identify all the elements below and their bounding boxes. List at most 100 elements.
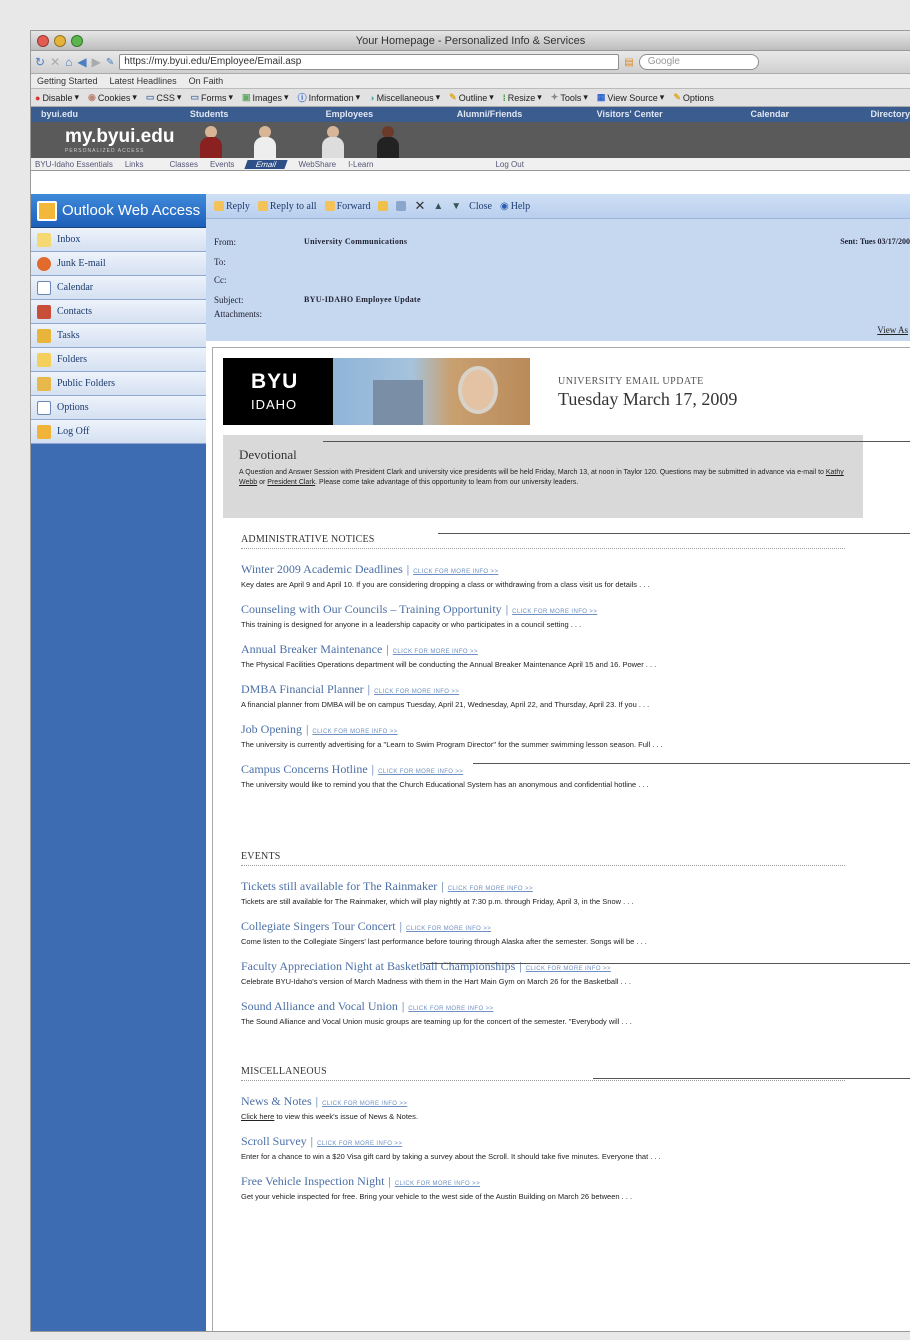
more-info-link[interactable]: CLICK FOR MORE INFO >> <box>317 1141 402 1147</box>
wd-cookies-menu[interactable]: ◉ Cookies ▾ <box>88 92 137 103</box>
news-item: Collegiate Singers Tour Concert | CLICK FO… <box>241 919 845 946</box>
news-item: News & Notes | CLICK FOR MORE INFO >> Click… <box>241 1094 845 1121</box>
portal-logo-subtitle: PERSONALIZED ACCESS <box>65 148 145 154</box>
wd-tools-menu[interactable]: ✦ Tools ▾ <box>551 92 588 103</box>
news-item-headline[interactable]: Faculty Appreciation Night at Basketball… <box>241 959 515 973</box>
forward-icon[interactable]: ▶ <box>92 55 101 69</box>
wd-information-menu[interactable]: ⓘ Information ▾ <box>298 92 361 103</box>
close-button[interactable]: Close <box>469 201 492 212</box>
more-info-link[interactable]: CLICK FOR MORE INFO >> <box>413 569 498 575</box>
click-here-link[interactable]: Click here <box>241 1112 274 1121</box>
site-nav-item[interactable]: Visitors' Center <box>560 109 700 122</box>
bookmark-item[interactable]: Getting Started <box>37 76 98 86</box>
tab-classes[interactable]: Classes <box>170 160 198 169</box>
sidebar-item-logoff[interactable]: Log Off <box>31 420 206 444</box>
owa-sidebar: Outlook Web Access Inbox Junk E-mail Cal… <box>31 194 206 1331</box>
wd-disable-menu[interactable]: ● Disable ▾ <box>35 92 79 103</box>
news-item: Campus Concerns Hotline | CLICK FOR MORE I… <box>241 762 845 789</box>
more-info-link[interactable]: CLICK FOR MORE INFO >> <box>395 1181 480 1187</box>
news-item-headline[interactable]: Job Opening <box>241 722 302 736</box>
wd-resize-menu[interactable]: ⁞ Resize ▾ <box>503 92 542 103</box>
address-bar[interactable]: https://my.byui.edu/Employee/Email.asp <box>119 54 620 70</box>
tab-links[interactable]: Links <box>125 160 144 169</box>
search-input[interactable]: Google <box>638 54 759 70</box>
sidebar-item-calendar[interactable]: Calendar <box>31 276 206 300</box>
wd-forms-menu[interactable]: ▭ Forms ▾ <box>190 92 233 103</box>
site-nav-item[interactable]: Calendar <box>700 109 840 122</box>
tab-webshare[interactable]: WebShare <box>298 160 336 169</box>
reply-button[interactable]: Reply <box>214 201 250 212</box>
more-info-link[interactable]: CLICK FOR MORE INFO >> <box>448 886 533 892</box>
news-item-headline[interactable]: News & Notes <box>241 1094 312 1108</box>
wd-css-menu[interactable]: ▭ CSS ▾ <box>146 92 182 103</box>
more-info-link[interactable]: CLICK FOR MORE INFO >> <box>374 689 459 695</box>
from-value[interactable]: University Communications <box>304 237 407 247</box>
more-info-link[interactable]: CLICK FOR MORE INFO >> <box>312 729 397 735</box>
site-nav-item[interactable]: byui.edu <box>31 109 139 122</box>
previous-item-button[interactable]: ▲ <box>433 201 443 212</box>
forward-button[interactable]: Forward <box>324 201 370 212</box>
sidebar-item-inbox[interactable]: Inbox <box>31 228 206 252</box>
sidebar-item-contacts[interactable]: Contacts <box>31 300 206 324</box>
news-item-headline[interactable]: Campus Concerns Hotline <box>241 762 368 776</box>
wd-misc-menu[interactable]: ◑ Miscellaneous ▾ <box>369 92 440 103</box>
calendar-icon <box>37 280 51 295</box>
help-button[interactable]: ◉ Help <box>500 201 530 212</box>
view-as-link[interactable]: View As <box>877 325 908 335</box>
portal-logo[interactable]: my.byui.edu <box>65 126 174 148</box>
title-bar: Your Homepage - Personalized Info & Serv… <box>31 31 910 51</box>
print-button[interactable] <box>396 201 407 211</box>
sidebar-item-junk[interactable]: Junk E-mail <box>31 252 206 276</box>
site-nav-item[interactable]: Employees <box>279 109 419 122</box>
news-item-headline[interactable]: Free Vehicle Inspection Night <box>241 1174 384 1188</box>
tab-ilearn[interactable]: I-Learn <box>348 160 373 169</box>
tab-essentials[interactable]: BYU-Idaho Essentials <box>35 160 113 169</box>
news-item-headline[interactable]: Annual Breaker Maintenance <box>241 642 382 656</box>
site-nav-item[interactable]: Directory <box>840 109 910 122</box>
news-item-headline[interactable]: Tickets still available for The Rainmake… <box>241 879 437 893</box>
more-info-link[interactable]: CLICK FOR MORE INFO >> <box>512 609 597 615</box>
more-info-link[interactable]: CLICK FOR MORE INFO >> <box>408 1006 493 1012</box>
more-info-link[interactable]: CLICK FOR MORE INFO >> <box>406 926 491 932</box>
news-item-description: A financial planner from DMBA will be on… <box>241 700 650 709</box>
sidebar-item-folders[interactable]: Folders <box>31 348 206 372</box>
sidebar-item-options[interactable]: Options <box>31 396 206 420</box>
tab-logout[interactable]: Log Out <box>495 160 523 169</box>
more-info-link[interactable]: CLICK FOR MORE INFO >> <box>378 769 463 775</box>
tab-events[interactable]: Events <box>210 160 234 169</box>
news-item-headline[interactable]: Sound Alliance and Vocal Union <box>241 999 398 1013</box>
reload-icon[interactable]: ↻ <box>35 55 45 69</box>
wd-view-source-menu[interactable]: ▦ View Source ▾ <box>597 92 664 103</box>
rss-icon[interactable]: ▤ <box>624 57 633 68</box>
tab-email[interactable]: Email <box>244 159 289 169</box>
wd-images-menu[interactable]: ▣ Images ▾ <box>242 92 289 103</box>
wd-options-menu[interactable]: ✎ Options <box>673 92 714 103</box>
news-item-headline[interactable]: Winter 2009 Academic Deadlines <box>241 562 403 576</box>
move-button[interactable] <box>378 201 389 211</box>
home-icon[interactable]: ⌂ <box>65 55 72 69</box>
stop-icon[interactable]: ✕ <box>50 55 60 69</box>
news-item-headline[interactable]: Collegiate Singers Tour Concert <box>241 919 396 933</box>
separator: | <box>306 722 309 736</box>
president-clark-link[interactable]: President Clark <box>267 479 315 486</box>
delete-button[interactable]: ✕ <box>414 198 425 214</box>
next-item-button[interactable]: ▼ <box>451 201 461 212</box>
wd-outline-menu[interactable]: ✎ Outline ▾ <box>449 92 494 103</box>
bookmark-item[interactable]: Latest Headlines <box>110 76 177 86</box>
site-nav-item[interactable]: Students <box>139 109 279 122</box>
news-item-headline[interactable]: Scroll Survey <box>241 1134 307 1148</box>
news-item-headline[interactable]: DMBA Financial Planner <box>241 682 364 696</box>
reply-all-button[interactable]: Reply to all <box>257 201 317 212</box>
back-icon[interactable]: ◀ <box>77 55 86 69</box>
sidebar-item-public-folders[interactable]: Public Folders <box>31 372 206 396</box>
newsletter-kicker: UNIVERSITY EMAIL UPDATE <box>558 376 704 387</box>
news-item-headline[interactable]: Counseling with Our Councils – Training … <box>241 602 502 616</box>
bookmark-icon[interactable]: ✎ <box>106 57 114 68</box>
site-nav-item[interactable]: Alumni/Friends <box>419 109 559 122</box>
sidebar-item-tasks[interactable]: Tasks <box>31 324 206 348</box>
more-info-link[interactable]: CLICK FOR MORE INFO >> <box>526 966 611 972</box>
bookmark-item[interactable]: On Faith <box>189 76 224 86</box>
news-item: Sound Alliance and Vocal Union | CLICK FOR… <box>241 999 845 1026</box>
more-info-link[interactable]: CLICK FOR MORE INFO >> <box>393 649 478 655</box>
more-info-link[interactable]: CLICK FOR MORE INFO >> <box>322 1101 407 1107</box>
